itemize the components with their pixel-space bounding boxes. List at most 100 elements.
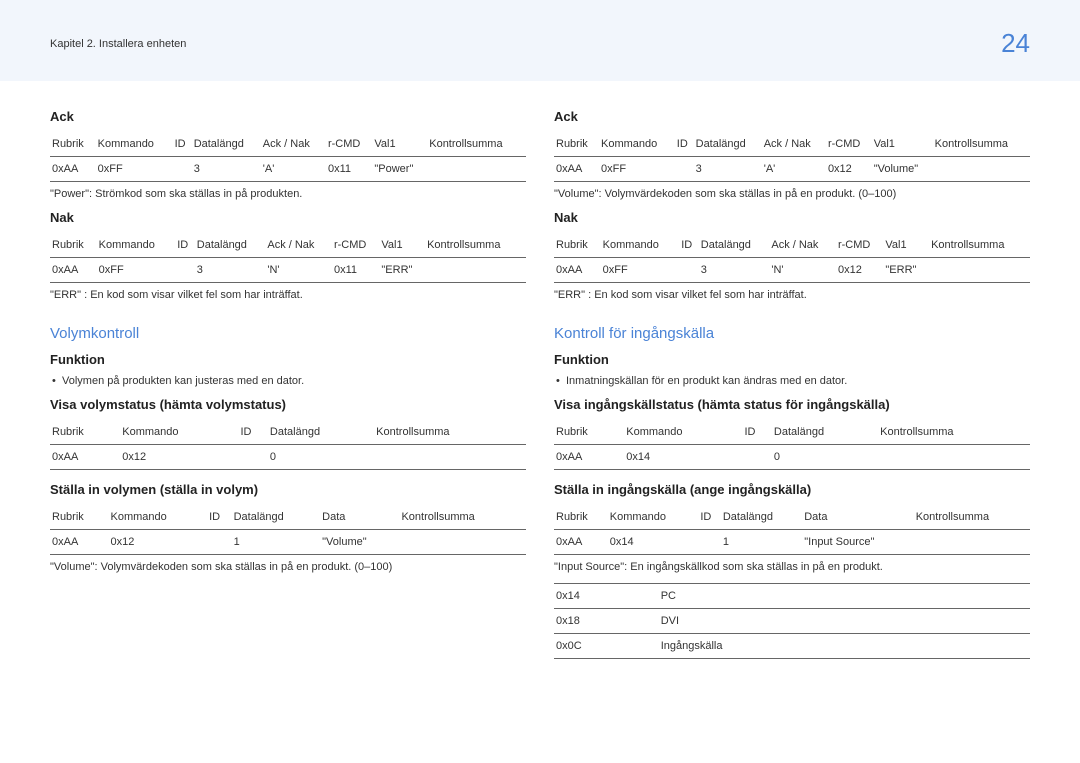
td: "Volume" [872, 157, 933, 182]
ack-table: Rubrik Kommando ID Datalängd Ack / Nak r… [554, 132, 1030, 182]
th: ID [698, 505, 721, 530]
th: Ack / Nak [762, 132, 826, 157]
sub-heading: Ställa in volymen (ställa in volym) [50, 482, 526, 497]
th: Data [802, 505, 913, 530]
th: Kontrollsumma [878, 420, 1030, 445]
td: 0x12 [109, 530, 208, 555]
td: "ERR" [379, 258, 425, 283]
td: 0xAA [554, 258, 601, 283]
td: 'N' [769, 258, 836, 283]
section-ingangskalla: Kontroll för ingångskälla [554, 325, 1030, 342]
td: 1 [232, 530, 321, 555]
td [675, 157, 694, 182]
td: 0xFF [599, 157, 675, 182]
th: Rubrik [50, 420, 120, 445]
th: Datalängd [694, 132, 762, 157]
th: Kommando [96, 132, 173, 157]
sub-heading: Ställa in ingångskälla (ange ingångskäll… [554, 482, 1030, 497]
section-volymkontroll: Volymkontroll [50, 325, 526, 342]
ack-note: "Volume": Volymvärdekoden som ska ställa… [554, 188, 1030, 200]
th: ID [207, 505, 232, 530]
td: 0xAA [50, 157, 96, 182]
th: Ack / Nak [265, 233, 332, 258]
td: Ingångskälla [659, 634, 1030, 659]
th: Kommando [608, 505, 699, 530]
td [425, 258, 526, 283]
td: 0x14 [608, 530, 699, 555]
th: r-CMD [836, 233, 883, 258]
td: 0xAA [50, 530, 109, 555]
th: ID [679, 233, 699, 258]
th: Kontrollsumma [914, 505, 1030, 530]
th: Rubrik [554, 132, 599, 157]
td: 0xAA [554, 530, 608, 555]
td: 3 [694, 157, 762, 182]
td [374, 445, 526, 470]
ack-note: "Power": Strömkod som ska ställas in på … [50, 188, 526, 200]
th: Kontrollsumma [929, 233, 1030, 258]
td: 3 [195, 258, 266, 283]
td: 1 [721, 530, 802, 555]
td [914, 530, 1030, 555]
th: Ack / Nak [769, 233, 836, 258]
th: r-CMD [332, 233, 379, 258]
th: Val1 [372, 132, 427, 157]
td: 0 [268, 445, 374, 470]
td [698, 530, 721, 555]
th: Rubrik [50, 233, 97, 258]
nak-note: "ERR" : En kod som visar vilket fel som … [50, 289, 526, 301]
td: 0xFF [96, 157, 173, 182]
th: Rubrik [50, 132, 96, 157]
funktion-heading: Funktion [50, 352, 526, 367]
th: ID [675, 132, 694, 157]
nak-note: "ERR" : En kod som visar vilket fel som … [554, 289, 1030, 301]
td: DVI [659, 609, 1030, 634]
td: 'A' [261, 157, 326, 182]
th: Kontrollsumma [427, 132, 526, 157]
td: "Power" [372, 157, 427, 182]
th: Datalängd [192, 132, 261, 157]
th: Rubrik [554, 420, 624, 445]
td: 0x14 [624, 445, 742, 470]
th: r-CMD [326, 132, 372, 157]
td: "Volume" [320, 530, 399, 555]
td [878, 445, 1030, 470]
td: 0x11 [332, 258, 379, 283]
td: PC [659, 584, 1030, 609]
th: Kommando [120, 420, 238, 445]
th: Val1 [883, 233, 929, 258]
td: 0x14 [554, 584, 659, 609]
th: Kommando [109, 505, 208, 530]
td [427, 157, 526, 182]
td: 'A' [762, 157, 826, 182]
nak-table: Rubrik Kommando ID Datalängd Ack / Nak r… [50, 233, 526, 283]
th: Kontrollsumma [374, 420, 526, 445]
td: 0xAA [50, 445, 120, 470]
th: Rubrik [554, 505, 608, 530]
td: 0x18 [554, 609, 659, 634]
th: ID [175, 233, 195, 258]
th: Data [320, 505, 399, 530]
th: Ack / Nak [261, 132, 326, 157]
td [399, 530, 526, 555]
volym-set-note: "Volume": Volymvärdekoden som ska ställa… [50, 561, 526, 573]
td: 0x12 [836, 258, 883, 283]
th: Datalängd [699, 233, 770, 258]
volym-set-table: Rubrik Kommando ID Datalängd Data Kontro… [50, 505, 526, 555]
td: 0x12 [120, 445, 238, 470]
th: Val1 [872, 132, 933, 157]
td: 3 [699, 258, 770, 283]
th: Kontrollsumma [399, 505, 526, 530]
page-header: Kapitel 2. Installera enheten 24 [0, 0, 1080, 81]
td: 0xAA [554, 157, 599, 182]
ack-heading: Ack [554, 109, 1030, 124]
th: Kontrollsumma [425, 233, 526, 258]
chapter-label: Kapitel 2. Installera enheten [50, 38, 186, 50]
th: Kommando [97, 233, 176, 258]
funktion-bullet: Volymen på produkten kan justeras med en… [52, 375, 526, 387]
th: Kommando [599, 132, 675, 157]
th: ID [742, 420, 771, 445]
input-get-table: Rubrik Kommando ID Datalängd Kontrollsum… [554, 420, 1030, 470]
funktion-bullet: Inmatningskällan för en produkt kan ändr… [556, 375, 1030, 387]
nak-table: Rubrik Kommando ID Datalängd Ack / Nak r… [554, 233, 1030, 283]
